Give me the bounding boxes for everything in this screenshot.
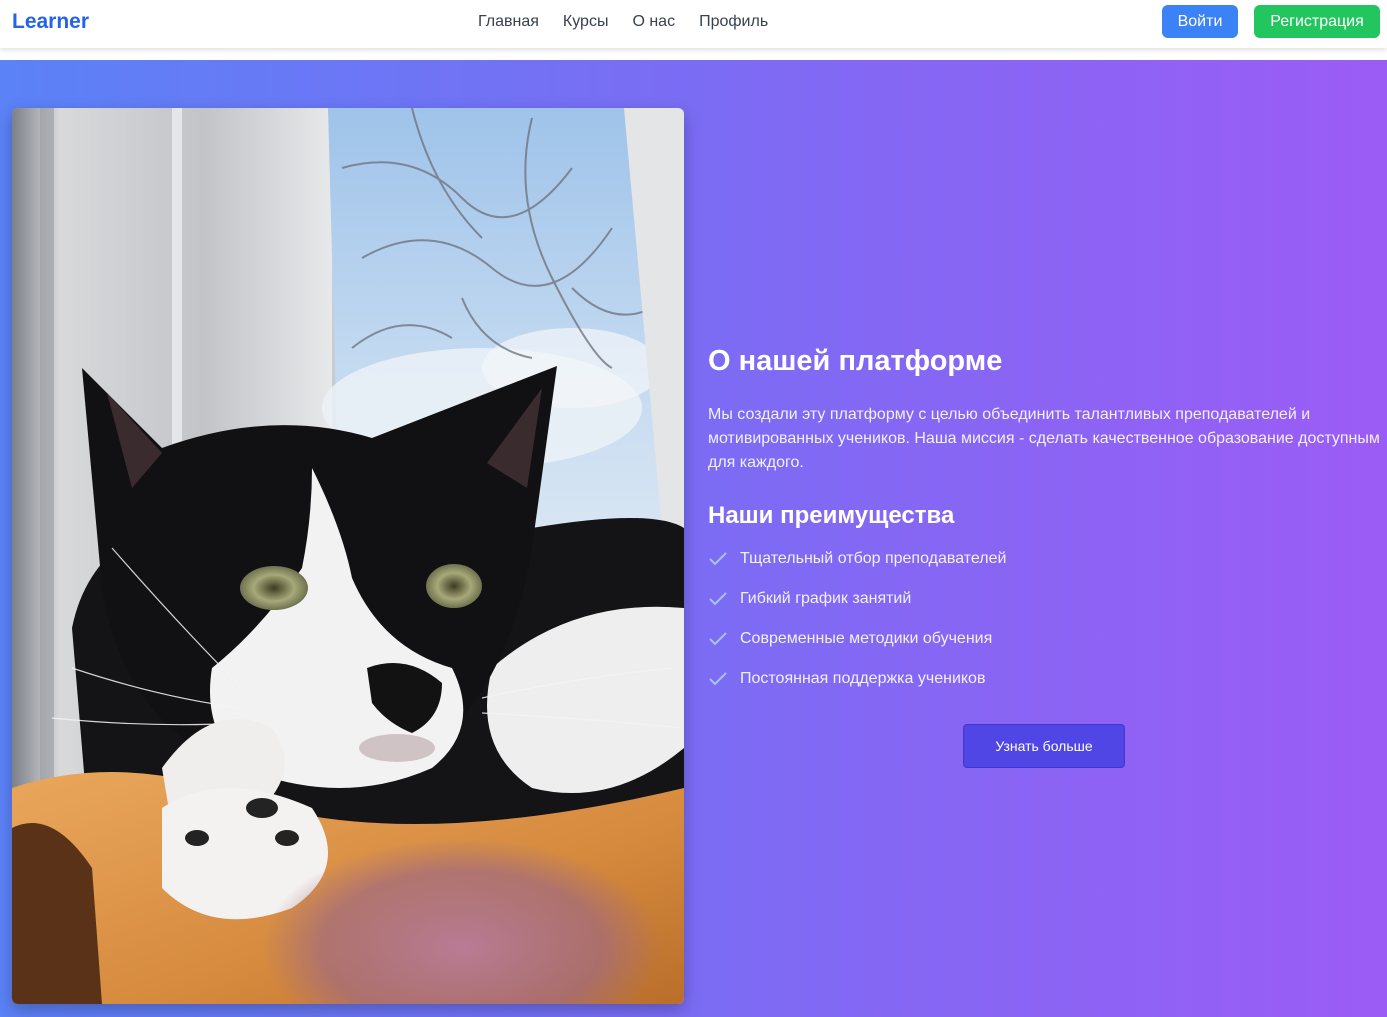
advantage-item: Тщательный отбор преподавателей [708, 548, 1006, 588]
about-description: Мы создали эту платформу с целью объедин… [708, 406, 1380, 471]
advantages-title: Наши преимущества [708, 502, 955, 529]
advantage-text: Современные методики обучения [740, 630, 993, 647]
advantage-item: Постоянная поддержка учеников [708, 668, 1006, 708]
about-title: О нашей платформе [708, 345, 1003, 377]
register-button[interactable]: Регистрация [1254, 5, 1380, 38]
logo[interactable]: Learner [12, 10, 89, 34]
advantage-text: Гибкий график занятий [740, 590, 912, 607]
check-icon [708, 628, 728, 650]
check-icon [708, 668, 728, 690]
advantage-text: Постоянная поддержка учеников [740, 670, 986, 687]
cat-photo [12, 108, 684, 1004]
about-section: О нашей платформе Мы создали эту платфор… [0, 60, 1387, 1017]
check-icon [708, 548, 728, 570]
main-nav: Главная Курсы О нас Профиль [478, 12, 768, 32]
check-icon [708, 588, 728, 610]
login-button[interactable]: Войти [1162, 5, 1238, 38]
advantage-text: Тщательный отбор преподавателей [740, 550, 1007, 567]
learn-more-button[interactable]: Узнать больше [963, 724, 1125, 768]
advantage-item: Современные методики обучения [708, 628, 1006, 668]
nav-link-profile[interactable]: Профиль [699, 12, 768, 32]
nav-link-courses[interactable]: Курсы [563, 12, 609, 32]
about-image [12, 108, 684, 1004]
navbar: Learner Главная Курсы О нас Профиль Войт… [0, 0, 1387, 48]
nav-link-home[interactable]: Главная [478, 12, 539, 32]
advantage-item: Гибкий график занятий [708, 588, 1006, 628]
nav-link-about[interactable]: О нас [632, 12, 675, 32]
advantages-list: Тщательный отбор преподавателей Гибкий г… [708, 548, 1006, 708]
